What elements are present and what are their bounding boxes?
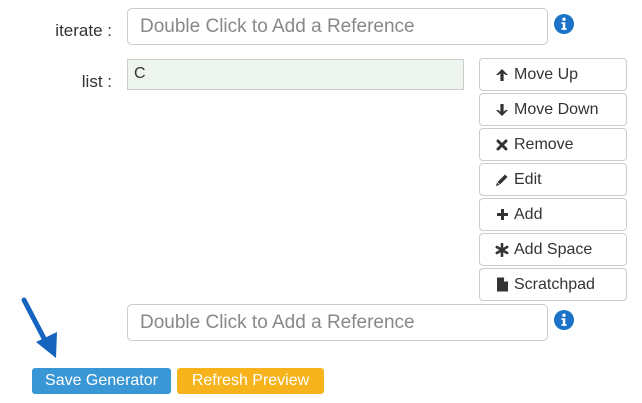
pencil-icon: [494, 172, 510, 188]
file-icon: [494, 277, 510, 293]
add-button[interactable]: Add: [479, 198, 627, 231]
list-box[interactable]: C: [127, 59, 464, 90]
edit-button[interactable]: Edit: [479, 163, 627, 196]
list-label: list :: [81, 72, 112, 91]
reference-input[interactable]: [127, 304, 548, 341]
iterate-reference-input[interactable]: [127, 8, 548, 45]
arrow-up-icon: [494, 67, 510, 83]
times-icon: [494, 137, 510, 153]
edit-label: Edit: [514, 170, 542, 188]
add-space-label: Add Space: [514, 240, 593, 258]
scratchpad-button[interactable]: Scratchpad: [479, 268, 627, 301]
move-down-label: Move Down: [514, 100, 599, 118]
move-up-button[interactable]: Move Up: [479, 58, 627, 91]
pointer-arrow-icon: [21, 297, 57, 358]
generator-form: iterate : list : C Move Up Move Down Rem…: [0, 0, 642, 403]
scratchpad-label: Scratchpad: [514, 275, 595, 293]
add-label: Add: [514, 205, 543, 223]
list-item[interactable]: C: [134, 64, 457, 84]
info-circle-icon[interactable]: [554, 14, 574, 34]
move-down-button[interactable]: Move Down: [479, 93, 627, 126]
asterisk-icon: [494, 242, 510, 258]
arrow-down-icon: [494, 102, 510, 118]
info-circle-icon[interactable]: [554, 310, 574, 330]
list-button-group: Move Up Move Down Remove Edit Add Add Sp…: [479, 58, 627, 303]
remove-button[interactable]: Remove: [479, 128, 627, 161]
refresh-preview-button[interactable]: Refresh Preview: [177, 368, 324, 394]
move-up-label: Move Up: [514, 65, 579, 83]
iterate-label: iterate :: [55, 21, 112, 40]
save-generator-button[interactable]: Save Generator: [32, 368, 171, 394]
remove-label: Remove: [514, 135, 574, 153]
add-space-button[interactable]: Add Space: [479, 233, 627, 266]
plus-icon: [494, 207, 510, 223]
